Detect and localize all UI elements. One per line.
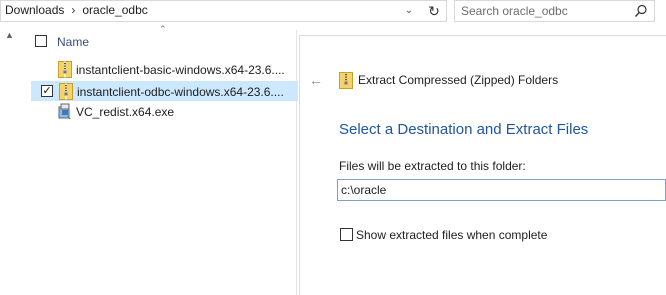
breadcrumb: Downloads › oracle_odbc	[5, 3, 148, 17]
file-row-selected[interactable]: ✓ instantclient-odbc-windows.x64-23.6...…	[31, 81, 298, 101]
destination-label: Files will be extracted to this folder:	[339, 159, 526, 173]
back-arrow-icon[interactable]: ←	[309, 72, 323, 88]
zip-folder-icon	[58, 61, 72, 78]
breadcrumb-item-oracle-odbc[interactable]: oracle_odbc	[82, 3, 147, 17]
installer-icon	[58, 103, 71, 119]
search-box[interactable]	[454, 0, 655, 22]
file-name: VC_redist.x64.exe	[76, 105, 175, 119]
breadcrumb-separator-icon: ›	[71, 3, 76, 17]
search-icon[interactable]	[634, 4, 648, 18]
scroll-up-icon[interactable]: ▲	[5, 30, 17, 40]
page-heading: Select a Destination and Extract Files	[339, 121, 589, 138]
file-row[interactable]: instantclient-basic-windows.x64-23.6....	[31, 60, 298, 80]
scrollbar[interactable]	[4, 44, 16, 295]
address-dropdown-icon[interactable]: ⌄	[402, 5, 416, 17]
zip-folder-icon	[59, 83, 73, 100]
file-name: instantclient-basic-windows.x64-23.6....	[76, 63, 285, 77]
row-checkbox-checked[interactable]: ✓	[41, 85, 53, 97]
row-checkbox[interactable]	[40, 105, 52, 117]
wizard-title: Extract Compressed (Zipped) Folders	[358, 73, 559, 87]
show-extracted-files-label[interactable]: Show extracted files when complete	[356, 228, 547, 242]
search-input[interactable]	[461, 2, 626, 20]
show-extracted-files-checkbox[interactable]	[340, 228, 353, 241]
row-checkbox[interactable]	[40, 63, 52, 75]
file-row[interactable]: VC_redist.x64.exe	[31, 102, 298, 122]
refresh-icon[interactable]: ↻	[424, 1, 444, 21]
destination-input[interactable]	[337, 179, 666, 201]
file-name: instantclient-odbc-windows.x64-23.6....	[77, 85, 284, 99]
sort-ascending-icon: ⌃	[159, 24, 167, 34]
column-header-name[interactable]: Name	[57, 35, 89, 49]
select-all-checkbox[interactable]	[35, 35, 47, 47]
breadcrumb-item-downloads[interactable]: Downloads	[5, 3, 64, 17]
zip-folder-icon	[339, 72, 353, 89]
